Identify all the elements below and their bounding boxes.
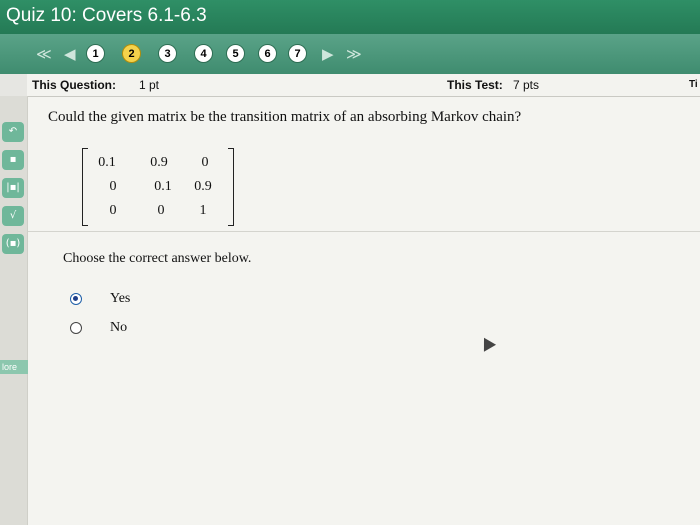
fraction-icon[interactable]: ▪ xyxy=(2,150,24,170)
question-nav-1[interactable]: 1 xyxy=(86,44,105,63)
quiz-title: Quiz 10: Covers 6.1-6.3 xyxy=(6,5,207,26)
matrix-cell: 1 xyxy=(199,203,207,218)
this-test-label: This Test: xyxy=(447,78,503,92)
question-text: Could the given matrix be the transition… xyxy=(48,109,522,125)
answer-prompt: Choose the correct answer below. xyxy=(63,251,252,266)
option-no-label: No xyxy=(110,320,128,335)
transition-matrix: 0.1 0.9 0 0 0.1 0.9 0 0 1 xyxy=(82,148,234,226)
title-bar: Quiz 10: Covers 6.1-6.3 xyxy=(0,0,700,34)
question-nav: ≪ ◀ 1 2 3 4 5 6 7 ▶ ≫ xyxy=(0,34,700,74)
mouse-cursor-icon xyxy=(477,334,497,352)
undo-icon[interactable]: ↶ xyxy=(2,122,24,142)
radio-no[interactable] xyxy=(70,322,82,334)
question-points: 1 pt xyxy=(139,78,160,92)
first-question-icon[interactable]: ≪ xyxy=(36,45,52,63)
question-nav-7[interactable]: 7 xyxy=(288,44,307,63)
test-points: 7 pts xyxy=(513,78,540,92)
question-nav-4[interactable]: 4 xyxy=(194,44,213,63)
time-label: Ti xyxy=(689,79,698,90)
this-question-label: This Question: xyxy=(32,78,116,92)
last-question-icon[interactable]: ≫ xyxy=(346,45,362,63)
previous-question-icon[interactable]: ◀ xyxy=(64,45,76,63)
matrix-cell: 0.1 xyxy=(98,155,116,170)
question-nav-6[interactable]: 6 xyxy=(258,44,277,63)
question-content: Could the given matrix be the transition… xyxy=(28,97,700,525)
absolute-value-icon[interactable]: |▪| xyxy=(2,178,24,198)
question-nav-5[interactable]: 5 xyxy=(226,44,245,63)
question-info-bar: This Question: 1 pt This Test: 7 pts Ti xyxy=(27,74,700,97)
matrix-cell: 0.9 xyxy=(150,155,168,170)
option-yes-label: Yes xyxy=(110,291,131,306)
matrix-cell: 0 xyxy=(157,203,165,218)
question-nav-3[interactable]: 3 xyxy=(158,44,177,63)
tool-rail: ↶ ▪ |▪| √ (▪) lore xyxy=(0,96,36,525)
matrix-cell: 0 xyxy=(109,203,117,218)
square-root-icon[interactable]: √ xyxy=(2,206,24,226)
interval-icon[interactable]: (▪) xyxy=(2,234,24,254)
section-divider xyxy=(28,231,700,232)
next-question-icon[interactable]: ▶ xyxy=(322,45,334,63)
matrix-cell: 0 xyxy=(109,179,117,194)
matrix-cell: 0.9 xyxy=(194,179,212,194)
matrix-cell: 0.1 xyxy=(154,179,172,194)
radio-yes[interactable] xyxy=(70,293,82,305)
matrix-cell: 0 xyxy=(201,155,209,170)
question-nav-2[interactable]: 2 xyxy=(122,44,141,63)
